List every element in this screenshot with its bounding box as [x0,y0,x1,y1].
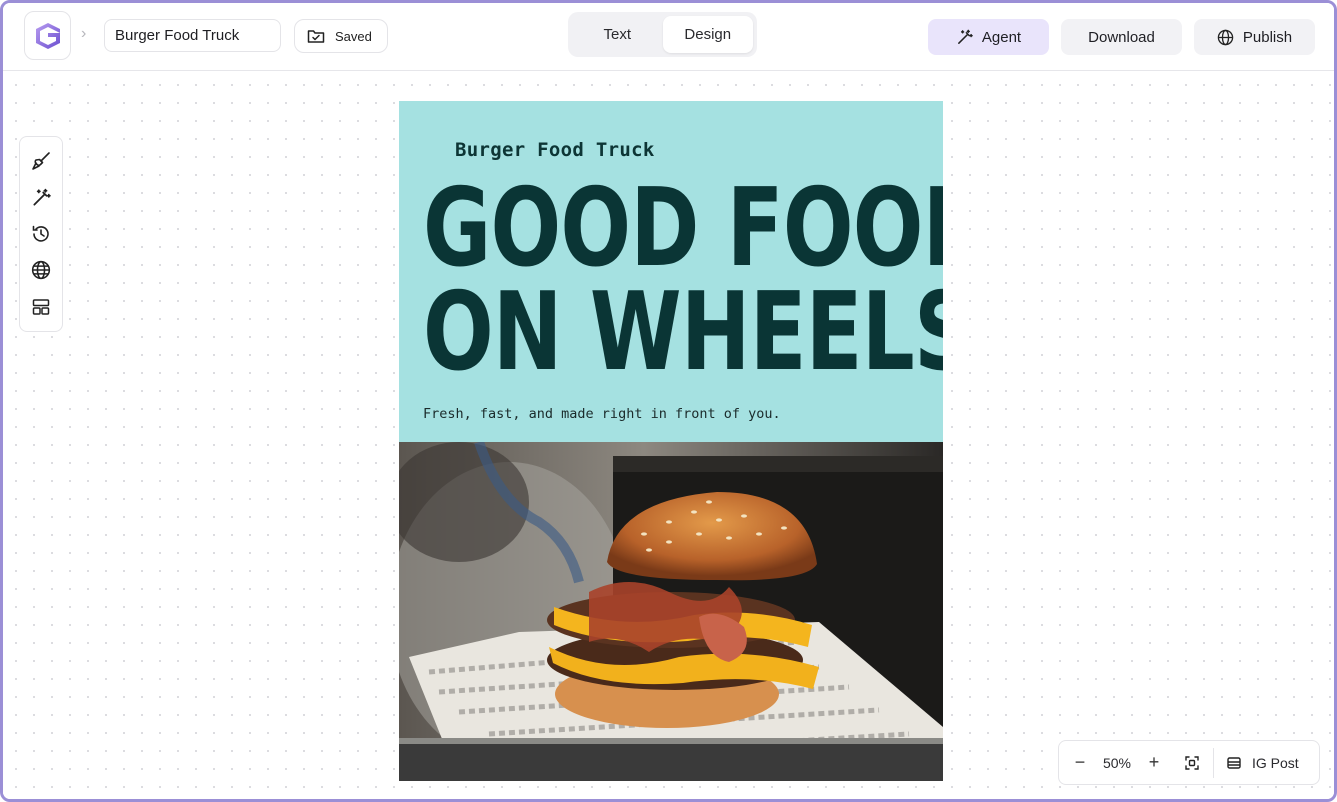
poster-brand-text[interactable]: Burger Food Truck [455,139,655,161]
poster-headline[interactable]: GOOD FOOD ON WHEELS [423,166,943,395]
zoom-level: 50% [1102,754,1132,771]
burger-photo[interactable] [399,442,943,781]
saved-status[interactable]: Saved [294,19,388,53]
agent-button[interactable]: Agent [928,19,1049,55]
app-logo[interactable] [24,11,71,60]
post-format-icon [1227,756,1241,769]
logo-icon [35,22,60,49]
magic-wand-icon [33,188,51,206]
download-label: Download [1088,28,1155,46]
agent-label: Agent [981,28,1022,46]
history-icon [32,225,49,242]
poster-artboard[interactable]: Burger Food Truck GOOD FOOD ON WHEELS Fr… [399,101,943,781]
mode-switcher: Text Design [568,12,757,57]
magic-tool[interactable] [28,185,54,211]
download-button[interactable]: Download [1061,19,1182,55]
zoom-control: − 50% + IG Post [1058,740,1320,785]
headline-line-1: GOOD FOOD [423,166,943,291]
chevron-right-icon: › [81,25,87,42]
zoom-in-button[interactable]: + [1141,750,1167,776]
poster-tagline[interactable]: Fresh, fast, and made right in front of … [423,406,781,422]
publish-button[interactable]: Publish [1194,19,1315,55]
publish-label: Publish [1242,28,1293,46]
folder-check-icon [307,30,325,43]
magic-wand-icon [957,29,973,44]
brush-tool[interactable] [28,148,54,174]
zoom-out-button[interactable]: − [1067,750,1093,776]
document-title-field[interactable]: Burger Food Truck [104,19,281,52]
brush-icon [32,152,50,170]
headline-line-2: ON WHEELS [423,270,943,395]
fit-to-screen-button[interactable] [1179,750,1205,776]
zoom-divider [1213,747,1214,778]
fit-screen-icon [1185,755,1199,770]
language-tool[interactable] [28,257,54,283]
globe-icon [31,261,51,280]
tab-design[interactable]: Design [662,16,753,53]
format-selector[interactable]: IG Post [1226,755,1299,771]
side-toolbar [19,136,63,332]
layout-tool[interactable] [28,294,54,320]
history-tool[interactable] [28,221,54,247]
app-window: › Burger Food Truck Saved Text Design Ag… [0,0,1337,802]
tab-text[interactable]: Text [572,16,663,53]
globe-icon [1217,29,1234,45]
saved-label: Saved [335,28,372,44]
layout-icon [32,299,50,315]
top-bar: › Burger Food Truck Saved Text Design Ag… [3,3,1334,71]
format-label: IG Post [1252,754,1299,771]
